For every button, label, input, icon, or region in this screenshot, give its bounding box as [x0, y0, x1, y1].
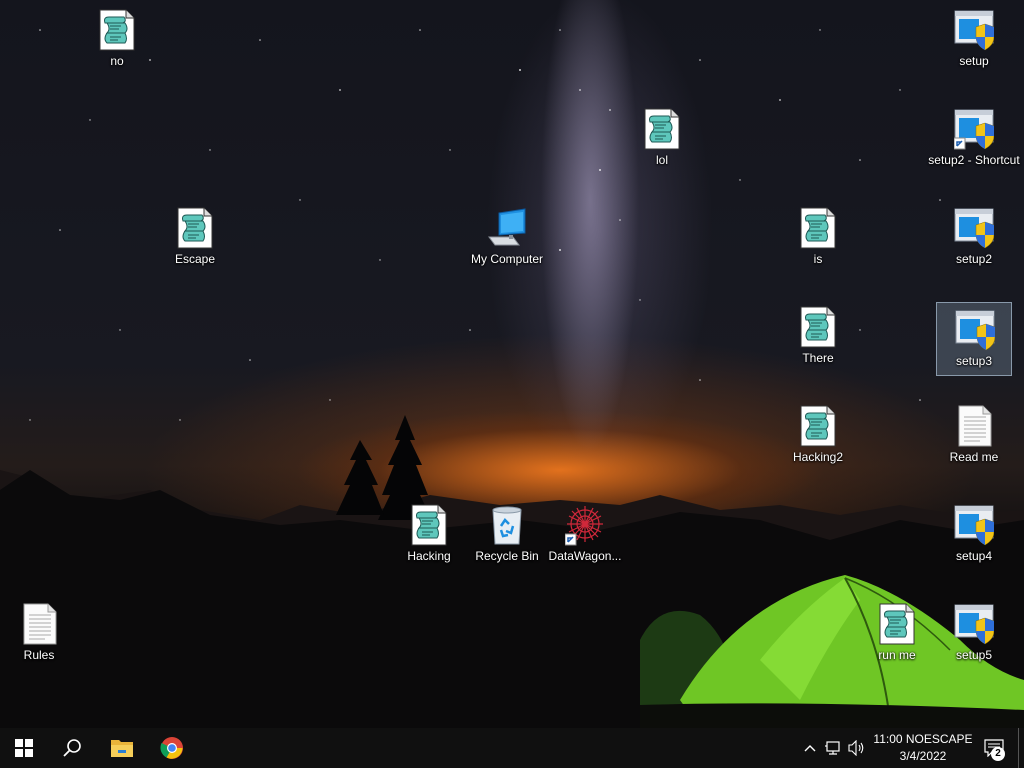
datawagon-app-icon [564, 504, 605, 546]
network-icon [825, 741, 840, 755]
chevron-up-icon [804, 745, 816, 752]
desktop-icon-hacking2[interactable]: Hacking2 [780, 399, 856, 473]
icon-label: Hacking2 [792, 450, 844, 464]
text-file-icon [954, 405, 994, 447]
desktop-icon-run-me[interactable]: run me [859, 597, 935, 671]
icon-label: setup3 [955, 354, 993, 368]
script-file-icon [798, 306, 838, 348]
desktop-icon-datawagon[interactable]: DataWagon... [547, 498, 623, 572]
desktop-icon-my-computer[interactable]: My Computer [469, 201, 545, 275]
search-button[interactable] [48, 728, 96, 768]
volume-button[interactable] [846, 728, 868, 768]
icon-label: setup2 [955, 252, 993, 266]
show-hidden-icons-button[interactable] [800, 728, 820, 768]
volume-icon [848, 740, 864, 756]
desktop-icon-setup2[interactable]: setup2 [936, 201, 1012, 275]
icon-label: setup2 - Shortcut [928, 153, 1020, 167]
desktop-icon-rules[interactable]: Rules [1, 597, 77, 671]
icon-label: setup5 [955, 648, 993, 662]
desktop-icon-escape[interactable]: Escape [157, 201, 233, 275]
text-file-icon [19, 603, 59, 645]
desktop-icon-setup4[interactable]: setup4 [936, 498, 1012, 572]
desktop-icon-setup2-shortcut[interactable]: setup2 - Shortcut [928, 102, 1020, 176]
script-file-icon [409, 504, 449, 546]
desktop-icon-no[interactable]: no [79, 3, 155, 77]
search-icon [63, 739, 81, 757]
installer-shield-icon [954, 504, 995, 546]
icon-label: Read me [949, 450, 999, 464]
icon-label: There [802, 351, 834, 365]
desktop-icon-setup[interactable]: setup [936, 3, 1012, 77]
recycle-bin-icon [487, 504, 527, 546]
desktop-icon-lol[interactable]: lol [624, 102, 700, 176]
icon-label: My Computer [470, 252, 544, 266]
icon-label: Rules [23, 648, 55, 662]
desktop-icon-hacking[interactable]: Hacking [391, 498, 467, 572]
desktop-icon-setup3[interactable]: setup3 [936, 302, 1012, 376]
installer-shortcut-icon [953, 108, 995, 150]
script-file-icon [97, 9, 137, 51]
script-file-icon [798, 405, 838, 447]
start-button[interactable] [0, 728, 48, 768]
icon-label: is [813, 252, 823, 266]
icon-label: setup4 [955, 549, 993, 563]
icon-label: DataWagon... [548, 549, 622, 563]
show-desktop-button[interactable] [1018, 728, 1024, 768]
network-button[interactable] [823, 728, 845, 768]
clock-time: 11:00 NOESCAPE [873, 732, 973, 746]
script-file-icon [175, 207, 215, 249]
script-file-icon [642, 108, 682, 150]
installer-shield-icon [954, 9, 995, 51]
chrome-button[interactable] [148, 728, 196, 768]
taskbar-clock[interactable]: 11:00 NOESCAPE 3/4/2022 [868, 731, 978, 765]
file-explorer-button[interactable] [98, 728, 146, 768]
clock-date: 3/4/2022 [899, 749, 947, 763]
icon-label: lol [655, 153, 668, 167]
icon-label: Escape [174, 252, 216, 266]
script-file-icon [798, 207, 838, 249]
desktop-icon-there[interactable]: There [780, 300, 856, 374]
desktop-icon-is[interactable]: is [780, 201, 856, 275]
installer-shield-icon [955, 309, 996, 351]
desktop-icon-read-me[interactable]: Read me [936, 399, 1012, 473]
start-icon [15, 739, 33, 757]
computer-icon [487, 207, 527, 249]
taskbar: 11:00 NOESCAPE 3/4/2022 [0, 728, 1024, 768]
notification-count-badge: 2 [991, 747, 1005, 761]
chrome-icon [160, 737, 183, 759]
installer-shield-icon [954, 207, 995, 249]
icon-label: setup [959, 54, 989, 68]
installer-shield-icon [954, 603, 995, 645]
desktop-icon-recycle-bin[interactable]: Recycle Bin [469, 498, 545, 572]
icon-label: no [110, 54, 124, 68]
file-explorer-icon [111, 740, 133, 757]
desktop-icon-setup5[interactable]: setup5 [936, 597, 1012, 671]
script-file-icon [877, 603, 917, 645]
